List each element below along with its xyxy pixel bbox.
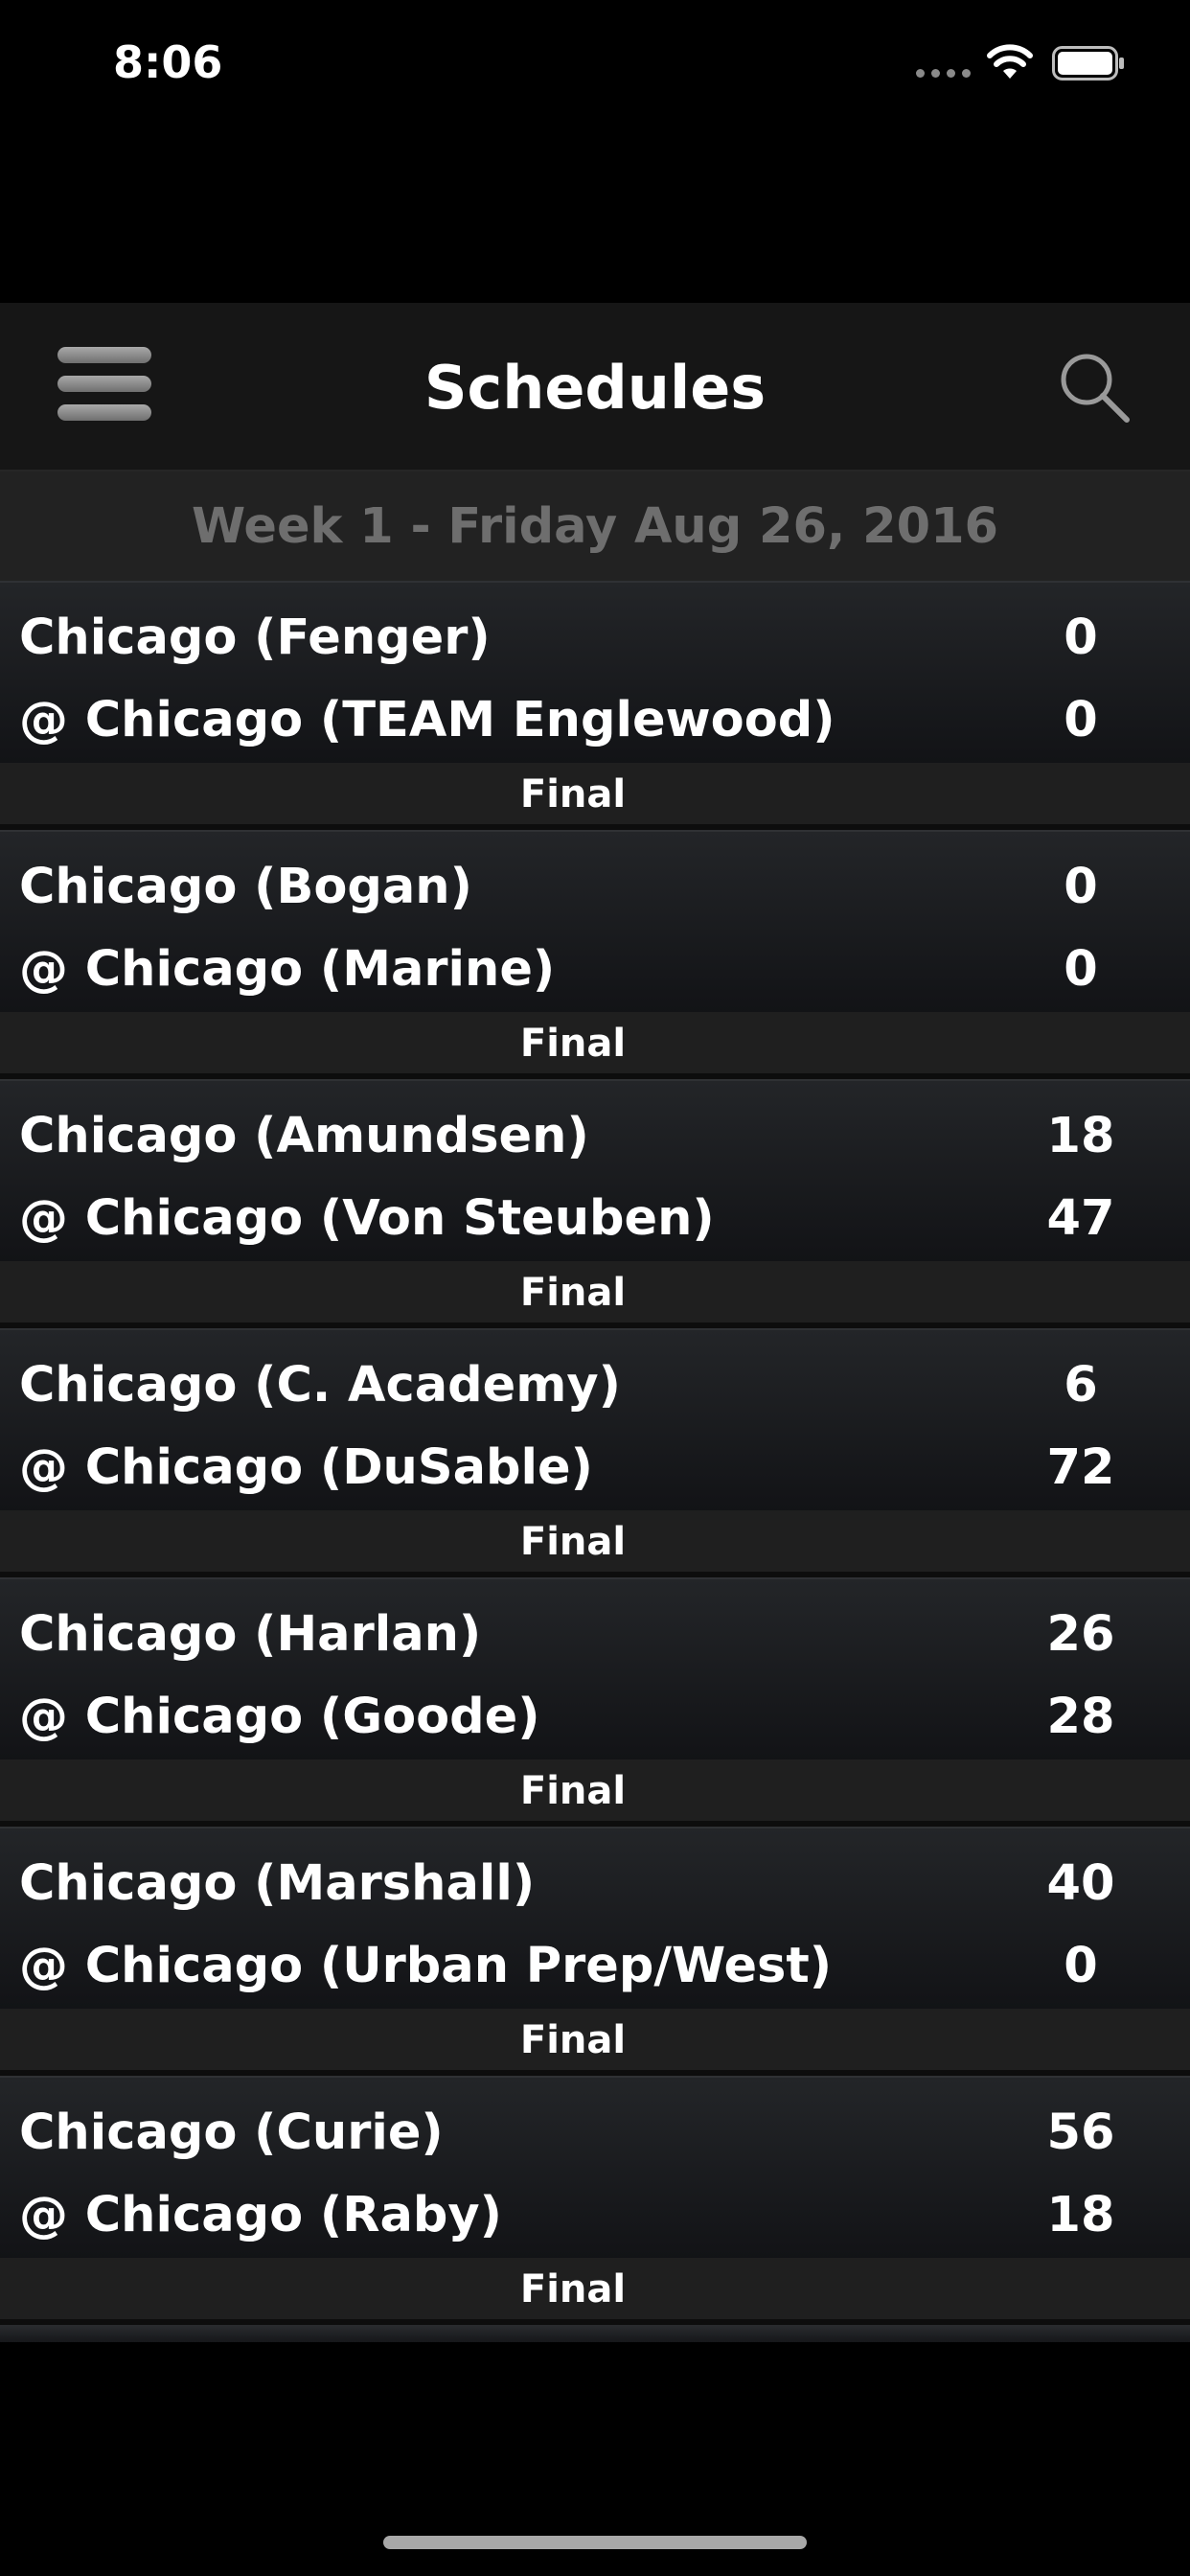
away-team-row: Chicago (Curie) 56 — [0, 2095, 1190, 2172]
away-team-name: Chicago (Curie) — [19, 2104, 444, 2161]
game-card[interactable]: Chicago (C. Academy) 6 @ Chicago (DuSabl… — [0, 1328, 1190, 1577]
game-status: Final — [519, 772, 627, 816]
home-indicator[interactable] — [383, 2536, 807, 2549]
home-team-score: 18 — [1046, 2187, 1115, 2243]
away-team-score: 0 — [1064, 610, 1098, 666]
away-team-score: 18 — [1046, 1108, 1115, 1164]
game-status: Final — [519, 2267, 627, 2312]
game-card[interactable]: Chicago (Harlan) 26 @ Chicago (Goode) 28… — [0, 1577, 1190, 1827]
game-status-bar: Final — [0, 2009, 1190, 2076]
away-team-row: Chicago (Bogan) 0 — [0, 849, 1190, 926]
game-teams: Chicago (Curie) 56 @ Chicago (Raby) 18 — [0, 2076, 1190, 2260]
game-status-bar: Final — [0, 2258, 1190, 2325]
game-status-bar: Final — [0, 1510, 1190, 1577]
nav-bar: Schedules — [0, 303, 1190, 472]
game-teams: Chicago (Marshall) 40 @ Chicago (Urban P… — [0, 1827, 1190, 2011]
away-team-score: 0 — [1064, 859, 1098, 915]
game-card[interactable]: Chicago (Bogan) 0 @ Chicago (Marine) 0 F… — [0, 830, 1190, 1079]
home-team-name: @ Chicago (Urban Prep/West) — [19, 1938, 833, 1994]
away-team-name: Chicago (Harlan) — [19, 1606, 482, 1663]
game-teams: Chicago (C. Academy) 6 @ Chicago (DuSabl… — [0, 1328, 1190, 1512]
away-team-row: Chicago (Harlan) 26 — [0, 1597, 1190, 1673]
game-status: Final — [519, 2018, 627, 2062]
game-card[interactable]: Chicago (Marshall) 40 @ Chicago (Urban P… — [0, 1827, 1190, 2076]
home-team-score: 72 — [1046, 1439, 1115, 1496]
week-header-label: Week 1 - Friday Aug 26, 2016 — [191, 498, 999, 555]
away-team-row: Chicago (Amundsen) 18 — [0, 1098, 1190, 1175]
game-list: Chicago (Fenger) 0 @ Chicago (TEAM Engle… — [0, 581, 1190, 2325]
home-team-name: @ Chicago (DuSable) — [19, 1439, 593, 1496]
away-team-score: 40 — [1046, 1855, 1115, 1912]
game-card[interactable]: Chicago (Amundsen) 18 @ Chicago (Von Ste… — [0, 1079, 1190, 1328]
game-status: Final — [519, 1271, 627, 1315]
away-team-score: 26 — [1046, 1606, 1115, 1663]
away-team-name: Chicago (Bogan) — [19, 859, 472, 915]
game-teams: Chicago (Harlan) 26 @ Chicago (Goode) 28 — [0, 1577, 1190, 1761]
away-team-row: Chicago (Marshall) 40 — [0, 1846, 1190, 1922]
home-team-name: @ Chicago (TEAM Englewood) — [19, 692, 835, 748]
game-status: Final — [519, 1520, 627, 1564]
page-title: Schedules — [423, 353, 767, 423]
search-icon[interactable] — [1058, 351, 1131, 424]
game-status-bar: Final — [0, 1261, 1190, 1328]
away-team-row: Chicago (Fenger) 0 — [0, 600, 1190, 677]
home-team-score: 47 — [1046, 1190, 1115, 1247]
game-teams: Chicago (Amundsen) 18 @ Chicago (Von Ste… — [0, 1079, 1190, 1263]
home-team-name: @ Chicago (Von Steuben) — [19, 1190, 715, 1247]
game-status: Final — [519, 1022, 627, 1066]
status-bar: 8:06 — [0, 0, 1190, 126]
home-team-name: @ Chicago (Marine) — [19, 941, 556, 998]
away-team-name: Chicago (Amundsen) — [19, 1108, 589, 1164]
home-team-score: 0 — [1064, 692, 1098, 748]
home-team-row: @ Chicago (Goode) 28 — [0, 1679, 1190, 1756]
game-teams: Chicago (Bogan) 0 @ Chicago (Marine) 0 — [0, 830, 1190, 1014]
home-team-row: @ Chicago (TEAM Englewood) 0 — [0, 682, 1190, 759]
home-team-row: @ Chicago (DuSable) 72 — [0, 1430, 1190, 1506]
game-status: Final — [519, 1769, 627, 1813]
week-header: Week 1 - Friday Aug 26, 2016 — [0, 472, 1190, 583]
home-team-name: @ Chicago (Raby) — [19, 2187, 502, 2243]
status-time: 8:06 — [113, 36, 223, 88]
away-team-row: Chicago (C. Academy) 6 — [0, 1347, 1190, 1424]
away-team-name: Chicago (Fenger) — [19, 610, 491, 666]
battery-icon — [1052, 46, 1124, 80]
list-edge — [0, 2325, 1190, 2342]
game-card[interactable]: Chicago (Fenger) 0 @ Chicago (TEAM Engle… — [0, 581, 1190, 830]
game-status-bar: Final — [0, 1760, 1190, 1827]
signal-dots-icon — [916, 69, 972, 79]
home-team-row: @ Chicago (Von Steuben) 47 — [0, 1181, 1190, 1257]
home-team-name: @ Chicago (Goode) — [19, 1689, 540, 1745]
game-status-bar: Final — [0, 763, 1190, 830]
home-team-row: @ Chicago (Urban Prep/West) 0 — [0, 1928, 1190, 2005]
home-team-score: 28 — [1046, 1689, 1115, 1745]
home-team-row: @ Chicago (Raby) 18 — [0, 2177, 1190, 2254]
home-team-row: @ Chicago (Marine) 0 — [0, 932, 1190, 1008]
home-team-score: 0 — [1064, 1938, 1098, 1994]
home-team-score: 0 — [1064, 941, 1098, 998]
wifi-icon — [987, 44, 1033, 79]
game-status-bar: Final — [0, 1012, 1190, 1079]
away-team-name: Chicago (Marshall) — [19, 1855, 536, 1912]
away-team-score: 56 — [1046, 2104, 1115, 2161]
away-team-name: Chicago (C. Academy) — [19, 1357, 621, 1414]
game-teams: Chicago (Fenger) 0 @ Chicago (TEAM Engle… — [0, 581, 1190, 765]
away-team-score: 6 — [1064, 1357, 1098, 1414]
game-card[interactable]: Chicago (Curie) 56 @ Chicago (Raby) 18 F… — [0, 2076, 1190, 2325]
